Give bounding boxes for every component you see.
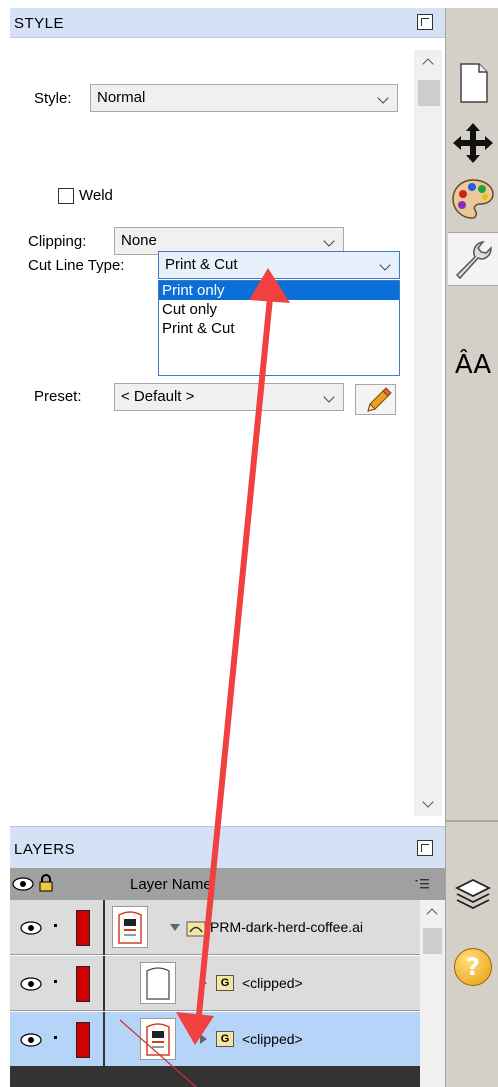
- column-divider: [103, 1012, 105, 1067]
- dock-panel-icon[interactable]: [417, 14, 433, 30]
- preset-label: Preset:: [34, 388, 82, 405]
- cut-line-type-label: Cut Line Type:: [28, 257, 125, 274]
- visibility-toggle[interactable]: [10, 1012, 74, 1067]
- scroll-thumb[interactable]: [418, 80, 440, 106]
- color-tool-button[interactable]: [448, 172, 498, 226]
- clipping-select-value: None: [121, 232, 157, 249]
- visibility-column-icon: [12, 877, 34, 891]
- expand-toggle-icon[interactable]: [200, 1034, 207, 1044]
- label-thumbnail-icon: [118, 911, 142, 944]
- group-icon: G: [216, 975, 234, 991]
- cut-line-type-value: Print & Cut: [165, 256, 238, 273]
- layers-panel-title: LAYERS: [14, 841, 76, 858]
- layer-name: PRM-dark-herd-coffee.ai: [210, 919, 364, 935]
- option-print-only[interactable]: Print only: [159, 281, 399, 300]
- label-thumbnail-icon: [146, 1023, 170, 1056]
- weld-checkbox[interactable]: [58, 188, 74, 204]
- layer-thumbnail: [140, 1018, 176, 1060]
- visibility-toggle[interactable]: [10, 956, 74, 1011]
- scroll-up-icon[interactable]: [426, 908, 438, 920]
- toolbar-separator: [446, 820, 498, 822]
- group-icon: G: [216, 1031, 234, 1047]
- document-icon: [460, 63, 488, 103]
- layers-tool-button[interactable]: [448, 868, 498, 922]
- style-panel-title: STYLE: [14, 15, 65, 32]
- style-panel-scrollbar[interactable]: [414, 50, 442, 816]
- help-icon: ?: [454, 948, 492, 986]
- chevron-down-icon: [379, 259, 391, 271]
- layer-color-swatch: [76, 910, 90, 946]
- panel-menu-icon[interactable]: [415, 878, 429, 890]
- scroll-thumb[interactable]: [423, 928, 442, 954]
- lock-toggle[interactable]: [54, 924, 57, 927]
- scroll-up-icon[interactable]: [422, 58, 434, 70]
- layer-row[interactable]: G <clipped>: [10, 1012, 420, 1067]
- layers-footer: [10, 1066, 420, 1087]
- style-label: Style:: [34, 90, 72, 107]
- cut-line-type-dropdown: Print only Cut only Print & Cut: [158, 280, 400, 376]
- expand-toggle-icon[interactable]: [170, 924, 180, 931]
- style-panel: STYLE Style: Normal Weld Clipping: None …: [10, 8, 445, 816]
- layer-row[interactable]: G <clipped>: [10, 956, 420, 1011]
- weld-label: Weld: [79, 187, 113, 204]
- lock-toggle[interactable]: [54, 980, 57, 983]
- preset-select-value: < Default >: [121, 388, 195, 405]
- lock-column-icon: [39, 874, 53, 892]
- move-tool-button[interactable]: [448, 116, 498, 170]
- help-button[interactable]: ?: [448, 940, 498, 994]
- layer-color-swatch: [76, 1022, 90, 1058]
- layer-name: <clipped>: [242, 1031, 303, 1047]
- layer-name-column: Layer Name: [130, 876, 212, 893]
- pencil-icon: [367, 387, 392, 412]
- clip-outline-thumbnail-icon: [146, 967, 170, 1000]
- chevron-down-icon: [323, 235, 335, 247]
- wrench-icon: [455, 241, 492, 280]
- settings-tool-button[interactable]: [448, 232, 498, 286]
- chevron-down-icon: [377, 92, 389, 104]
- option-cut-only[interactable]: Cut only: [159, 300, 399, 319]
- layer-name: <clipped>: [242, 975, 303, 991]
- visibility-toggle[interactable]: [10, 900, 74, 955]
- layer-thumbnail: [140, 962, 176, 1004]
- edit-preset-button[interactable]: [355, 384, 396, 415]
- expand-toggle-icon[interactable]: [200, 978, 207, 988]
- preset-select[interactable]: < Default >: [114, 383, 344, 411]
- file-layer-icon: [186, 921, 206, 937]
- move-icon: [453, 123, 493, 163]
- help-label: ?: [466, 953, 480, 981]
- column-divider: [103, 956, 105, 1011]
- chevron-down-icon: [323, 391, 335, 403]
- palette-icon: [452, 179, 494, 219]
- lock-toggle[interactable]: [54, 1036, 57, 1039]
- right-toolbar: ÂA ?: [445, 8, 498, 1087]
- layers-panel: LAYERS Layer Name PRM-dark-herd-coffee.a…: [10, 826, 445, 1087]
- column-divider: [103, 900, 105, 955]
- eye-icon: [20, 921, 42, 935]
- eye-icon: [20, 1033, 42, 1047]
- text-size-tool-button[interactable]: ÂA: [448, 338, 498, 392]
- style-panel-header: STYLE: [10, 8, 445, 38]
- style-select[interactable]: Normal: [90, 84, 398, 112]
- dock-panel-icon[interactable]: [417, 840, 433, 856]
- text-size-icon: ÂA: [454, 350, 492, 380]
- clipping-label: Clipping:: [28, 233, 87, 250]
- layer-color-swatch: [76, 966, 90, 1002]
- document-tool-button[interactable]: [448, 56, 498, 110]
- scroll-down-icon[interactable]: [422, 796, 434, 808]
- cut-line-type-select[interactable]: Print & Cut: [158, 251, 400, 279]
- style-select-value: Normal: [97, 89, 146, 106]
- eye-icon: [20, 977, 42, 991]
- layers-column-header: Layer Name: [10, 868, 445, 900]
- layers-panel-header: LAYERS: [10, 826, 445, 868]
- layer-thumbnail: [112, 906, 148, 948]
- layers-icon: [454, 878, 492, 910]
- layer-row[interactable]: PRM-dark-herd-coffee.ai: [10, 900, 420, 955]
- option-print-and-cut[interactable]: Print & Cut: [159, 319, 399, 338]
- layers-scrollbar[interactable]: [420, 900, 445, 1087]
